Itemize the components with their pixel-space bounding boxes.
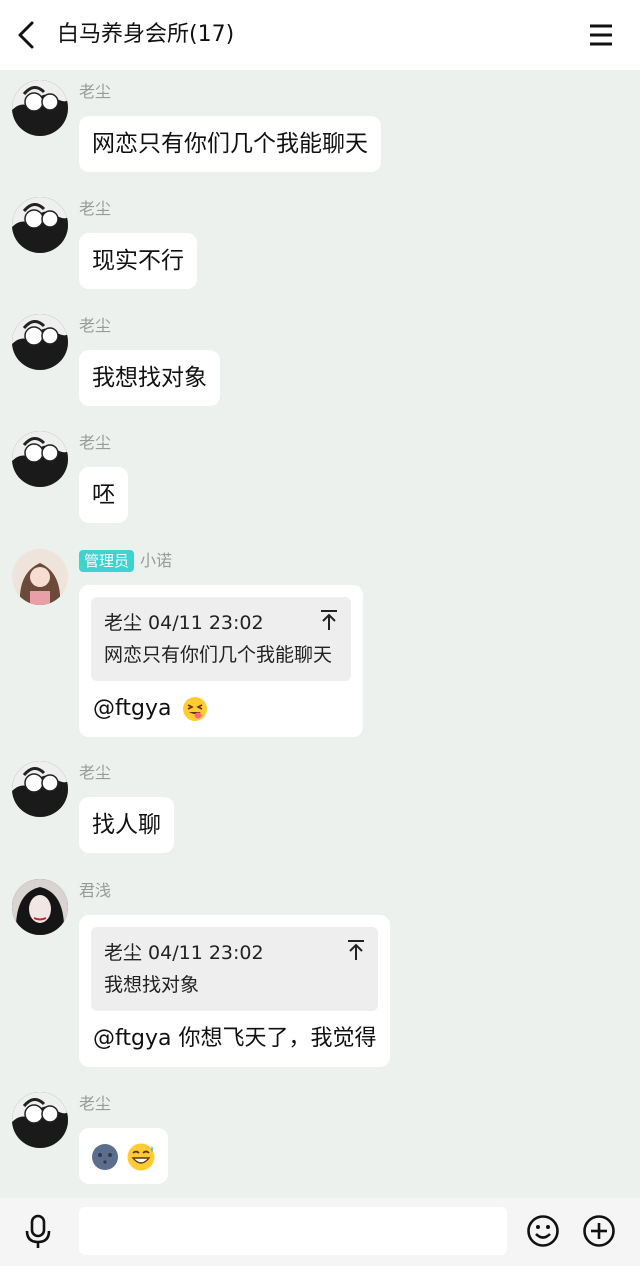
- sender-name: 老尘: [79, 82, 112, 101]
- microphone-icon[interactable]: [22, 1214, 54, 1250]
- chat-title: 白马养身会所(17): [57, 22, 235, 47]
- avatar[interactable]: [12, 761, 68, 817]
- admin-badge: 管理员: [79, 550, 135, 572]
- message-bubble[interactable]: 老尘 04/11 23:02 我想找对象 @ftgya 你想飞天了，我觉得: [79, 915, 391, 1067]
- message-bubble[interactable]: 老尘 04/11 23:02 网恋只有你们几个我能聊天 @ftgya: [79, 585, 363, 737]
- jump-to-top-icon[interactable]: [346, 939, 366, 961]
- avatar[interactable]: [12, 80, 68, 136]
- reply-text: @ftgya: [93, 696, 172, 721]
- avatar[interactable]: [12, 431, 68, 487]
- message-bubble[interactable]: [79, 1128, 169, 1184]
- message-input[interactable]: [79, 1207, 507, 1255]
- grinning-sweat-emoji: [127, 1143, 155, 1170]
- message-bubble[interactable]: 网恋只有你们几个我能聊天: [79, 116, 381, 172]
- message-bubble[interactable]: 我想找对象: [79, 350, 220, 406]
- sender-name: 老尘: [79, 433, 112, 452]
- quote-text: 我想找对象: [104, 974, 200, 996]
- squinting-tongue-emoji: [183, 697, 208, 721]
- avatar[interactable]: [12, 197, 68, 253]
- sender-name: 老尘: [79, 316, 112, 335]
- sender-name: 君浅: [79, 881, 112, 900]
- chat-message-list[interactable]: 老尘 网恋只有你们几个我能聊天 老尘 现实不行 老尘 我想找对象 老尘 呸 管理…: [0, 70, 640, 1198]
- quoted-message[interactable]: 老尘 04/11 23:02 网恋只有你们几个我能聊天: [91, 597, 351, 681]
- sender-name: 老尘: [79, 199, 112, 218]
- reply-text: @ftgya 你想飞天了，我觉得: [93, 1026, 377, 1051]
- message-bubble[interactable]: 现实不行: [79, 233, 197, 289]
- sender-name: 小诺: [140, 551, 173, 570]
- menu-icon[interactable]: [586, 20, 616, 50]
- message-bubble[interactable]: 找人聊: [79, 797, 174, 853]
- avatar[interactable]: [12, 549, 68, 605]
- back-arrow-icon[interactable]: [14, 20, 40, 50]
- quoted-message[interactable]: 老尘 04/11 23:02 我想找对象: [91, 927, 378, 1011]
- sender-name: 老尘: [79, 763, 112, 782]
- quote-header: 老尘 04/11 23:02: [104, 942, 264, 964]
- add-icon[interactable]: [582, 1214, 616, 1248]
- message-bubble[interactable]: 呸: [79, 467, 128, 523]
- avatar[interactable]: [12, 879, 68, 935]
- new-moon-face-emoji: [92, 1143, 118, 1170]
- composer-bar: [0, 1198, 640, 1266]
- chat-header: 白马养身会所(17): [0, 0, 640, 70]
- quote-text: 网恋只有你们几个我能聊天: [104, 644, 333, 666]
- avatar[interactable]: [12, 1092, 68, 1148]
- quote-header: 老尘 04/11 23:02: [104, 612, 264, 634]
- jump-to-top-icon[interactable]: [319, 609, 339, 631]
- emoji-icon[interactable]: [526, 1214, 560, 1248]
- sender-name: 老尘: [79, 1094, 112, 1113]
- avatar[interactable]: [12, 314, 68, 370]
